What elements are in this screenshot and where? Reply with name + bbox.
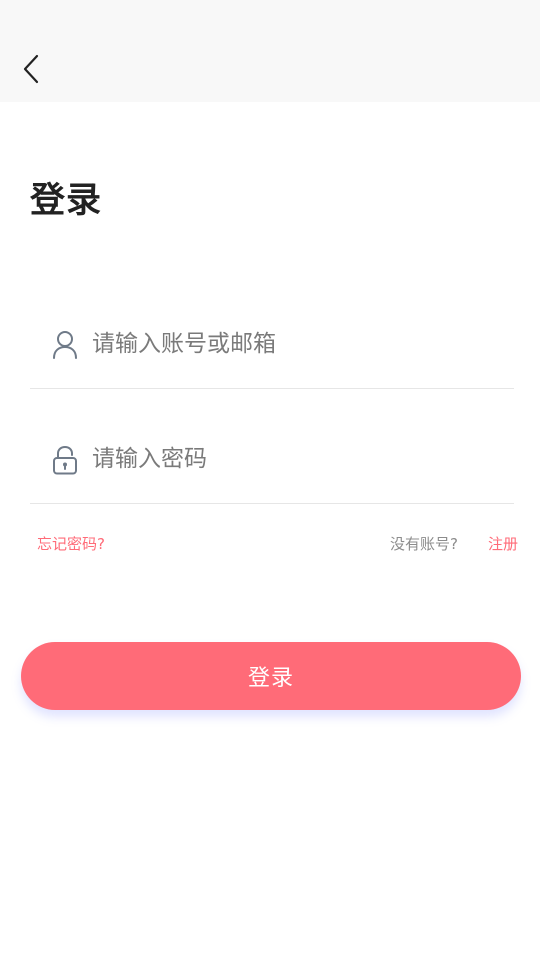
password-input[interactable] xyxy=(92,439,492,479)
password-field xyxy=(30,433,514,504)
register-link[interactable]: 注册 xyxy=(488,533,518,554)
username-field xyxy=(30,318,514,389)
username-input[interactable] xyxy=(92,324,492,364)
top-bar xyxy=(0,0,540,102)
page-title: 登录 xyxy=(30,181,103,221)
user-icon xyxy=(53,331,77,359)
back-button[interactable] xyxy=(14,50,50,88)
forgot-password-link[interactable]: 忘记密码? xyxy=(37,533,105,554)
lock-icon xyxy=(53,445,77,475)
no-account-text: 没有账号? xyxy=(390,535,458,553)
chevron-left-icon xyxy=(23,54,39,84)
login-button[interactable]: 登录 xyxy=(21,642,521,710)
